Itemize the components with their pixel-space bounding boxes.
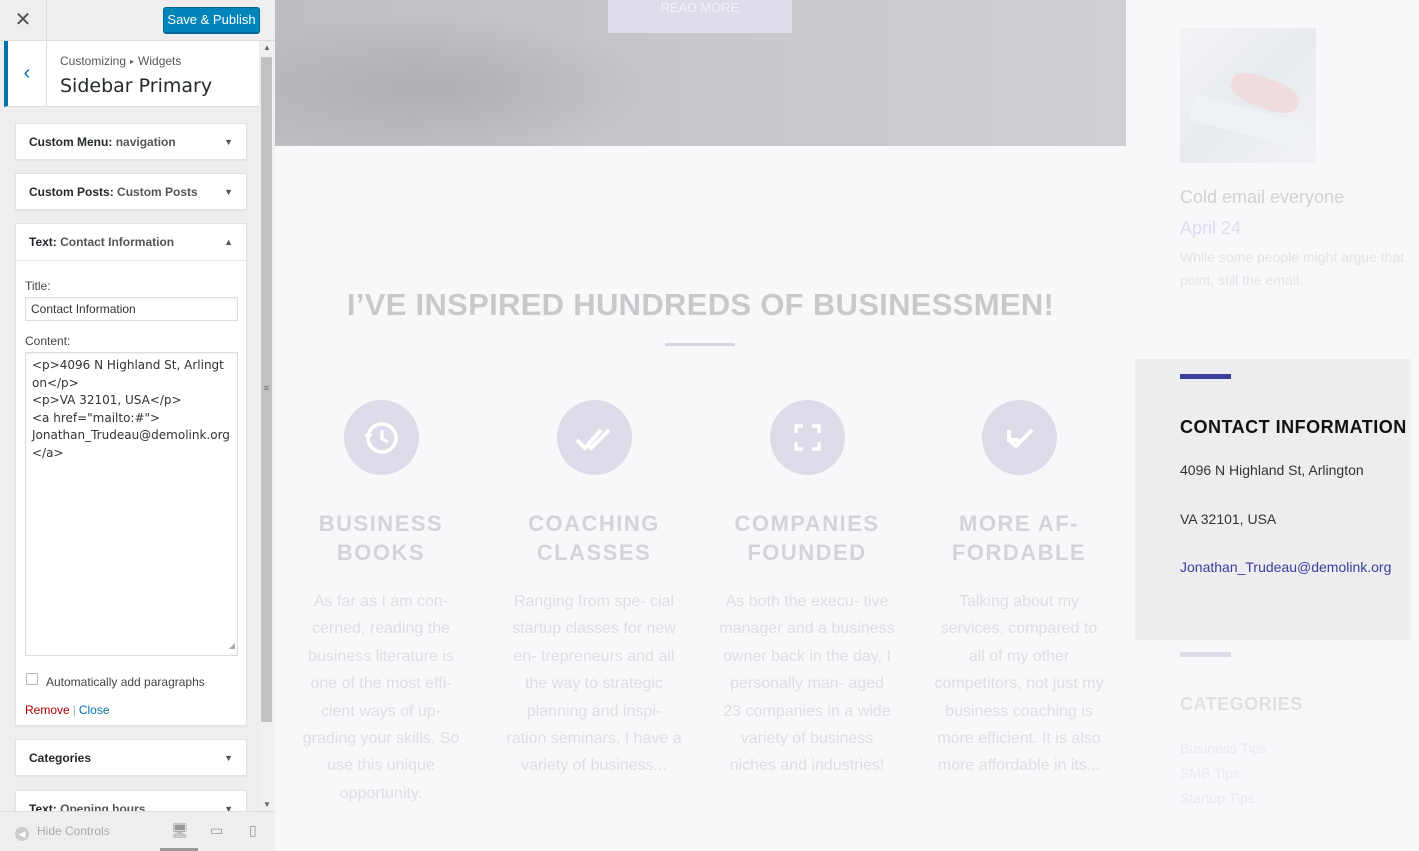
- widget-categories[interactable]: Categories ▼: [15, 739, 247, 776]
- double-check-icon: [556, 400, 632, 475]
- widget-text-opening-hours[interactable]: Text: Opening hours ▼: [15, 790, 247, 811]
- post-thumbnail[interactable]: [1180, 28, 1316, 163]
- widget-type: Custom Posts: [29, 185, 110, 199]
- widget-subtitle: Contact Information: [60, 235, 175, 249]
- title-label: Title:: [25, 279, 51, 293]
- widget-header[interactable]: Custom Posts: Custom Posts ▼: [16, 174, 246, 211]
- headline-divider: [665, 343, 735, 346]
- panel-scrollbar[interactable]: ▲ ≡ ▼: [259, 41, 275, 811]
- feature-companies-founded: COMPANIES FOUNDED As both the execu- tive…: [719, 400, 895, 780]
- site-preview: READ MORE I’VE INSPIRED HUNDREDS OF BUSI…: [275, 0, 1419, 851]
- contact-address: 4096 N Highland St, Arlington: [1180, 462, 1364, 478]
- content-text: <p>4096 N Highland St, Arlington</p> <p>…: [32, 358, 230, 460]
- breadcrumb: Customizing ▸ Widgets: [60, 54, 181, 68]
- widget-text-contact: Text: Contact Information ▲ Title: Conta…: [15, 223, 247, 726]
- collapse-arrow-icon[interactable]: ▲: [224, 224, 233, 260]
- section-headline: I’VE INSPIRED HUNDREDS OF BUSINESSMEN!: [346, 287, 1055, 322]
- categories-accent-bar: [1180, 652, 1231, 657]
- post-title[interactable]: Cold email everyone: [1180, 187, 1344, 208]
- contact-title: CONTACT INFORMATION: [1180, 417, 1407, 437]
- widget-header[interactable]: Categories ▼: [16, 740, 246, 777]
- expand-arrow-icon[interactable]: ▼: [224, 740, 233, 776]
- widget-subtitle: navigation: [115, 135, 176, 149]
- desktop-icon[interactable]: 🖥: [171, 822, 189, 839]
- scroll-down-icon[interactable]: ▼: [259, 800, 275, 809]
- customizer-panel: ✕ Save & Publish ‹ Customizing ▸ Widgets S…: [0, 0, 275, 851]
- customizer-header: ✕ Save & Publish: [0, 0, 275, 41]
- feature-text: As far as I am con- cerned, reading the …: [302, 593, 460, 802]
- expand-arrow-icon[interactable]: ▼: [224, 124, 233, 160]
- history-icon: [343, 400, 419, 475]
- content-textarea[interactable]: <p>4096 N Highland St, Arlington</p> <p>…: [25, 352, 238, 656]
- breadcrumb-parent: Customizing: [60, 54, 127, 68]
- feature-text: As both the execu- tive manager and a bu…: [719, 593, 895, 775]
- widget-header[interactable]: Text: Contact Information ▲: [16, 224, 246, 261]
- autop-checkbox[interactable]: [26, 673, 38, 685]
- customizer-footer: ◀ Hide Controls 🖥 ▭ ▯: [0, 811, 275, 851]
- contact-accent-bar: [1180, 374, 1231, 379]
- widget-actions: Remove | Close: [25, 703, 110, 717]
- contact-email-link[interactable]: Jonathan_Trudeau@demolink.org: [1180, 559, 1391, 575]
- widget-type: Text: [29, 802, 53, 811]
- hide-controls-button[interactable]: ◀ Hide Controls: [15, 824, 110, 841]
- widget-subtitle: Opening hours: [60, 802, 146, 811]
- post-excerpt: While some people might argue that point…: [1180, 249, 1405, 288]
- back-icon[interactable]: ‹: [8, 41, 47, 107]
- remove-link[interactable]: Remove: [25, 703, 70, 717]
- close-link[interactable]: Close: [79, 703, 110, 717]
- post-date: April 24: [1180, 218, 1242, 238]
- expand-icon: [769, 400, 845, 475]
- resize-handle-icon[interactable]: ◢: [229, 637, 235, 655]
- close-icon[interactable]: ✕: [0, 0, 47, 41]
- feature-more-affordable: MORE AF- FORDABLE Talking about my servic…: [931, 400, 1107, 780]
- category-link[interactable]: Startup Tips: [1180, 790, 1255, 806]
- widget-custom-menu[interactable]: Custom Menu: navigation ▼: [15, 123, 247, 160]
- section-header: ‹ Customizing ▸ Widgets Sidebar Primary: [4, 41, 259, 107]
- preview-sidebar: Cold email everyone April 24 While some …: [1135, 0, 1419, 851]
- categories-title: CATEGORIES: [1180, 694, 1303, 714]
- autop-label: Automatically add paragraphs: [46, 675, 205, 689]
- feature-title: BUSINESS BOOKS: [318, 511, 444, 565]
- mobile-icon[interactable]: ▯: [249, 822, 257, 839]
- expand-arrow-icon[interactable]: ▼: [224, 174, 233, 210]
- feature-business-books: BUSINESS BOOKS As far as I am con- cerned…: [293, 400, 469, 807]
- section-title: Sidebar Primary: [60, 75, 213, 97]
- feature-text: Talking about my services, compared to a…: [934, 593, 1104, 775]
- collapse-icon: ◀: [15, 827, 29, 841]
- widget-type: Text: [29, 235, 53, 249]
- widget-subtitle: Custom Posts: [117, 185, 198, 199]
- widget-header[interactable]: Custom Menu: navigation ▼: [16, 124, 246, 161]
- tablet-icon[interactable]: ▭: [210, 822, 223, 839]
- content-label: Content:: [25, 334, 71, 348]
- contact-region: VA 32101, USA: [1180, 511, 1277, 527]
- hide-controls-label: Hide Controls: [37, 824, 110, 838]
- title-input[interactable]: Contact Information: [25, 297, 238, 321]
- hero-image: READ MORE: [275, 0, 1126, 146]
- scroll-grip-icon: ≡: [263, 383, 270, 393]
- feature-text: Ranging from spe- cial startup classes f…: [506, 593, 682, 775]
- widget-type: Custom Menu: [29, 135, 109, 149]
- feature-title: COACHING CLASSES: [528, 511, 660, 565]
- feature-title: MORE AF- FORDABLE: [951, 511, 1087, 565]
- expand-arrow-icon[interactable]: ▼: [224, 791, 233, 811]
- feature-title: COMPANIES FOUNDED: [734, 511, 880, 565]
- breadcrumb-child: Widgets: [138, 54, 182, 68]
- feature-coaching-classes: COACHING CLASSES Ranging from spe- cial s…: [506, 400, 682, 780]
- save-publish-button[interactable]: Save & Publish: [163, 7, 260, 33]
- contact-widget: CONTACT INFORMATION 4096 N Highland St, …: [1135, 359, 1411, 640]
- arrow-check-icon: [981, 400, 1057, 475]
- category-link[interactable]: Business Tips: [1180, 740, 1266, 756]
- breadcrumb-separator-icon: ▸: [130, 57, 135, 66]
- widget-custom-posts[interactable]: Custom Posts: Custom Posts ▼: [15, 173, 247, 210]
- widget-type: Categories: [29, 751, 92, 765]
- category-link[interactable]: SMB Tips: [1180, 765, 1240, 781]
- read-more-button[interactable]: READ MORE: [608, 0, 792, 33]
- scroll-up-icon[interactable]: ▲: [259, 43, 275, 52]
- widgets-panel: ‹ Customizing ▸ Widgets Sidebar Primary Cu…: [0, 41, 259, 811]
- widget-header[interactable]: Text: Opening hours ▼: [16, 791, 246, 811]
